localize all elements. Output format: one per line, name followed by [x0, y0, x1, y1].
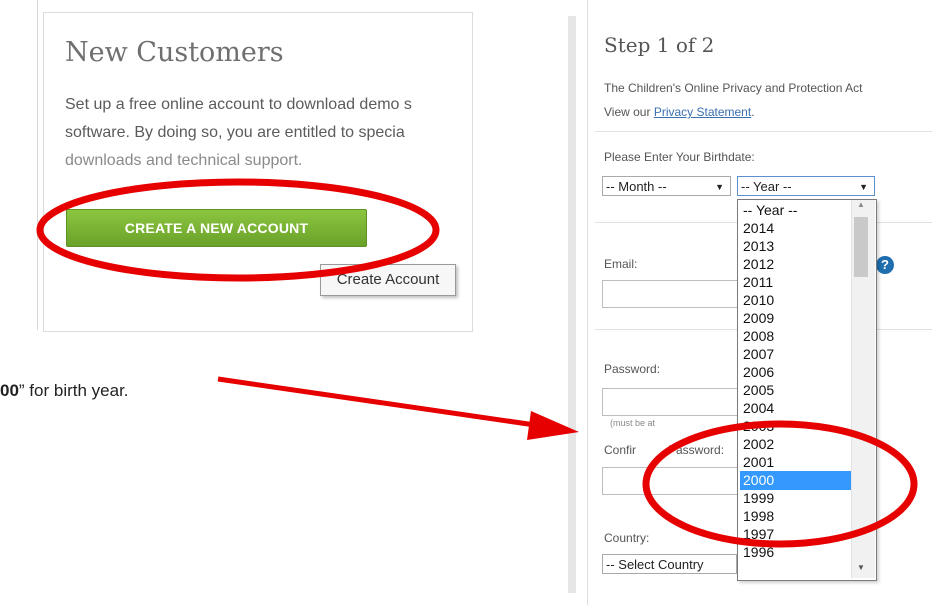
arrow-line — [217, 376, 536, 428]
annotation-overlay — [36, 178, 918, 548]
highlight-ellipse-create-account — [36, 178, 440, 282]
arrow-head-icon — [527, 411, 579, 440]
highlight-ellipse-year-2000 — [642, 420, 918, 548]
